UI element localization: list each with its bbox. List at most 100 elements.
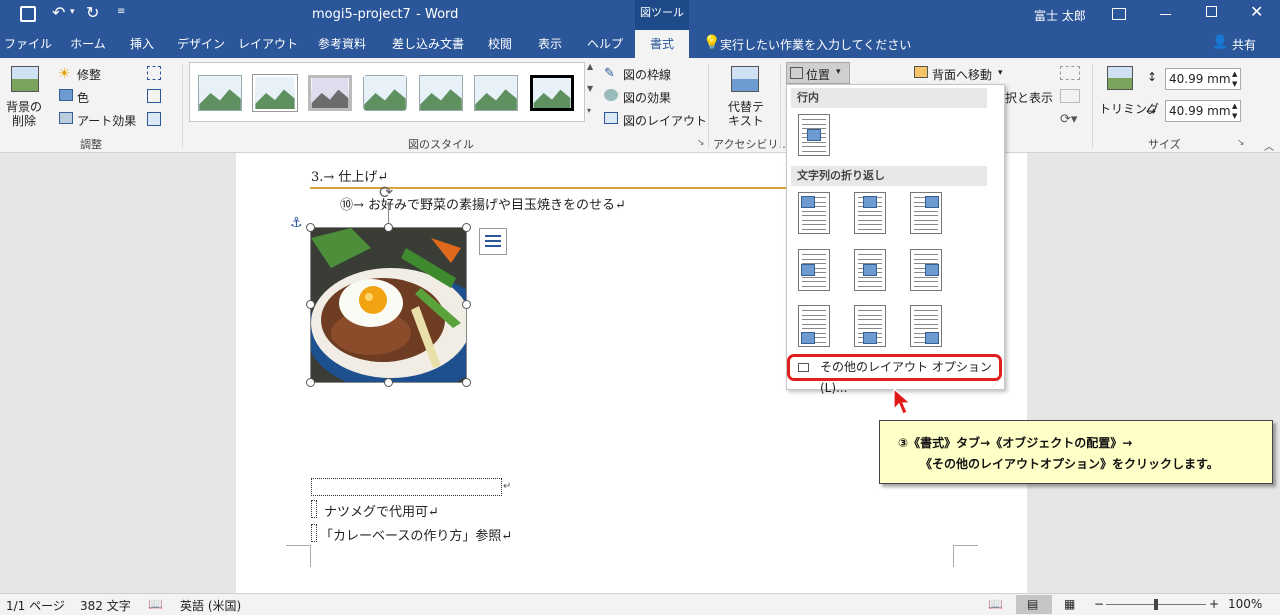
tab-file[interactable]: ファイル xyxy=(0,30,56,58)
position-option-7[interactable] xyxy=(798,305,830,347)
page-count[interactable]: 1/1 ページ xyxy=(6,597,65,614)
style-thumb-4[interactable] xyxy=(363,75,407,111)
position-option-4[interactable] xyxy=(798,249,830,291)
style-thumb-1[interactable] xyxy=(198,75,242,111)
close-icon[interactable]: ✕ xyxy=(1250,2,1263,21)
zoom-level[interactable]: 100% xyxy=(1228,597,1262,611)
width-spinner-icon[interactable]: ▲ ▼ xyxy=(1232,101,1237,121)
width-value: 40.99 mm xyxy=(1169,104,1231,118)
height-spinner-icon[interactable]: ▲ ▼ xyxy=(1232,69,1237,89)
save-icon[interactable] xyxy=(20,6,36,22)
picture-styles-group-label: 図のスタイル xyxy=(408,138,474,151)
read-mode-icon[interactable]: 📖 xyxy=(988,597,1003,611)
group-icon[interactable] xyxy=(1060,89,1080,103)
tab-layout[interactable]: レイアウト xyxy=(236,30,300,58)
resize-handle-br[interactable] xyxy=(462,378,471,387)
resize-handle-bl[interactable] xyxy=(306,378,315,387)
align-icon[interactable] xyxy=(1060,66,1080,80)
artistic-effects-button[interactable]: アート効果 xyxy=(77,112,136,129)
remove-background-button[interactable]: 背景の削除 xyxy=(6,100,42,128)
style-thumb-7[interactable] xyxy=(530,75,574,111)
redo-icon[interactable]: ↻ xyxy=(86,3,99,22)
position-inline[interactable] xyxy=(798,114,830,156)
share-button[interactable]: 共有 xyxy=(1232,36,1256,53)
selection-pane-button[interactable]: 択と表示 xyxy=(1005,89,1053,106)
gallery-scroll-down-icon[interactable]: ▼ xyxy=(587,84,593,93)
height-field[interactable]: 40.99 mm ▲ ▼ xyxy=(1165,68,1241,90)
change-picture-icon[interactable] xyxy=(147,89,161,103)
rotate-icon[interactable]: ⟳▾ xyxy=(1060,112,1077,127)
position-option-1[interactable] xyxy=(798,192,830,234)
compress-icon[interactable] xyxy=(147,66,161,80)
language-label[interactable]: 英語 (米国) xyxy=(180,597,241,614)
picture-placement-icon xyxy=(925,332,939,344)
proofing-icon[interactable]: 📖 xyxy=(148,597,163,611)
web-layout-icon[interactable]: ▦ xyxy=(1064,597,1075,611)
position-option-5[interactable] xyxy=(854,249,886,291)
position-option-6[interactable] xyxy=(910,249,942,291)
tab-format[interactable]: 書式 xyxy=(635,30,689,58)
zoom-out-icon[interactable]: − xyxy=(1094,597,1104,611)
resize-handle-tr[interactable] xyxy=(462,223,471,232)
resize-handle-bc[interactable] xyxy=(384,378,393,387)
resize-grip-icon[interactable]: ⋰ xyxy=(992,380,999,388)
user-name[interactable]: 富士 太郎 xyxy=(1034,7,1086,24)
send-backward-dropdown-icon[interactable]: ▾ xyxy=(998,68,1003,78)
size-dialog-launcher-icon[interactable]: ↘ xyxy=(1237,138,1245,148)
dialog-launcher-icon[interactable]: ↘ xyxy=(697,138,705,148)
style-thumb-6[interactable] xyxy=(474,75,518,111)
position-option-3[interactable] xyxy=(910,192,942,234)
tab-help[interactable]: ヘルプ xyxy=(578,30,632,58)
tell-me-box[interactable]: 実行したい作業を入力してください xyxy=(720,36,911,53)
tab-insert[interactable]: 挿入 xyxy=(118,30,166,58)
style-thumb-2[interactable] xyxy=(252,74,298,112)
color-button[interactable]: 色 xyxy=(77,89,89,106)
position-option-8[interactable] xyxy=(854,305,886,347)
corrections-button[interactable]: 修整 xyxy=(77,66,101,83)
undo-dropdown-icon[interactable]: ▾ xyxy=(70,7,75,17)
tab-design[interactable]: デザイン xyxy=(170,30,232,58)
tab-review[interactable]: 校閲 xyxy=(478,30,522,58)
position-option-9[interactable] xyxy=(910,305,942,347)
rotate-handle-icon[interactable]: ⟳ xyxy=(379,183,393,203)
picture-styles-gallery[interactable] xyxy=(189,62,585,122)
minimize-icon[interactable] xyxy=(1160,14,1171,15)
more-layout-options-item[interactable]: その他のレイアウト オプション(L)... xyxy=(787,354,1002,395)
note-line-1[interactable]: ナツメグで代用可↵ xyxy=(324,501,439,520)
resize-handle-ml[interactable] xyxy=(306,300,315,309)
maximize-icon[interactable] xyxy=(1206,6,1217,17)
zoom-slider-thumb[interactable] xyxy=(1154,599,1158,610)
resize-handle-tc[interactable] xyxy=(384,223,393,232)
reset-picture-icon[interactable] xyxy=(147,112,161,126)
picture-border-button[interactable]: 図の枠線 xyxy=(623,66,671,83)
empty-table-cell[interactable] xyxy=(311,478,502,496)
style-thumb-3[interactable] xyxy=(308,75,352,111)
alt-text-button[interactable]: 代替テキスト xyxy=(724,100,768,128)
width-field[interactable]: 40.99 mm ▲ ▼ xyxy=(1165,100,1241,122)
picture-layout-button[interactable]: 図のレイアウト xyxy=(623,112,707,129)
tab-mailings[interactable]: 差し込み文書 xyxy=(382,30,474,58)
zoom-in-icon[interactable]: + xyxy=(1209,597,1219,611)
ribbon-display-icon[interactable] xyxy=(1112,8,1126,20)
resize-handle-tl[interactable] xyxy=(306,223,315,232)
tab-home[interactable]: ホーム xyxy=(60,30,116,58)
customize-qat-icon[interactable]: ≡ xyxy=(117,6,125,17)
picture-effects-button[interactable]: 図の効果 xyxy=(623,89,671,106)
tab-view[interactable]: 表示 xyxy=(528,30,572,58)
gallery-more-icon[interactable]: ▾ xyxy=(587,106,591,115)
share-icon[interactable]: 👤 xyxy=(1212,35,1228,50)
section-heading[interactable]: 3.→ 仕上げ↵ xyxy=(311,166,388,185)
position-option-2[interactable] xyxy=(854,192,886,234)
tab-references[interactable]: 参考資料 xyxy=(306,30,378,58)
selected-picture[interactable] xyxy=(310,227,467,383)
word-count[interactable]: 382 文字 xyxy=(80,597,131,614)
position-button[interactable]: 位置 ▾ xyxy=(786,62,850,84)
undo-icon[interactable]: ↶ xyxy=(52,3,65,22)
resize-handle-mr[interactable] xyxy=(462,300,471,309)
note-line-2[interactable]: 「カレーベースの作り方」参照↵ xyxy=(320,525,512,544)
style-thumb-5[interactable] xyxy=(419,75,463,111)
gallery-scroll-up-icon[interactable]: ▲ xyxy=(587,62,593,71)
send-backward-button[interactable]: 背面へ移動 xyxy=(932,66,992,83)
collapse-ribbon-icon[interactable]: ︿ xyxy=(1264,138,1274,153)
layout-options-icon[interactable] xyxy=(479,228,507,255)
